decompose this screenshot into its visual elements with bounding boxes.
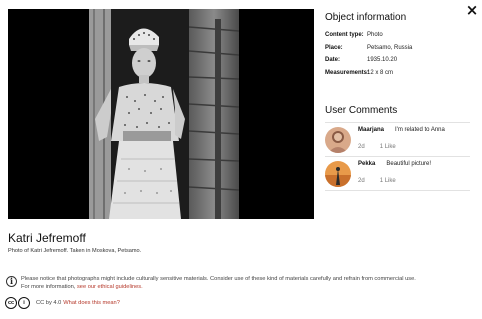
comment-meta: 2d 1 Like [358, 178, 470, 184]
comment-username[interactable]: Pekka [358, 161, 375, 167]
like-button[interactable]: 1 Like [380, 144, 396, 150]
comment-text: Beautiful picture! [386, 161, 432, 167]
info-key: Measurements: [325, 69, 370, 76]
sensitivity-notice: i Please notice that photographs might i… [6, 276, 416, 291]
license-info: cc i CC by 4.0 What does this mean? [5, 297, 120, 309]
info-key: Content type: [325, 32, 364, 38]
photo-title: Katri Jefremoff [8, 231, 86, 245]
info-value: Photo [367, 32, 383, 38]
license-text: CC by 4.0 [36, 300, 62, 306]
comment-line: Maarjana I'm related to Anna [358, 127, 470, 133]
by-icon: i [18, 297, 30, 309]
object-information-title: Object information [325, 12, 407, 23]
object-information-panel: Object information Content type: Photo P… [325, 12, 475, 79]
info-value: 1935.10.20 [367, 57, 398, 63]
info-row-place: Place: Petsamo, Russia [325, 42, 475, 55]
info-row-content-type: Content type: Photo [325, 29, 475, 42]
divider [325, 190, 470, 191]
user-comments-panel: User Comments Maarjana I'm related to An… [325, 105, 470, 191]
info-key: Date: [325, 57, 341, 63]
notice-text: Please notice that photographs might inc… [21, 276, 416, 291]
photo-caption: Katri Jefremoff Photo of Katri Jefremoff… [8, 231, 141, 254]
avatar[interactable] [325, 161, 351, 187]
info-row-measurements: Measurements: 12 x 8 cm [325, 67, 475, 80]
license-explanation-link[interactable]: What does this mean? [63, 300, 120, 306]
info-row-date: Date: 1935.10.20 [325, 54, 475, 67]
comment-time: 2d [358, 144, 365, 150]
photo-viewer[interactable] [8, 9, 314, 219]
comment-body: Pekka Beautiful picture! 2d 1 Like [358, 161, 470, 190]
comment-username[interactable]: Maarjana [358, 127, 384, 133]
comment-item: Pekka Beautiful picture! 2d 1 Like [325, 157, 470, 190]
comment-item: Maarjana I'm related to Anna 2d 1 Like [325, 123, 470, 156]
photo-description: Photo of Katri Jefremoff. Taken in Mosko… [8, 248, 142, 254]
comment-line: Pekka Beautiful picture! [358, 161, 470, 167]
notice-line-2: For more information, see our ethical gu… [21, 284, 416, 292]
info-value: 12 x 8 cm [367, 69, 394, 76]
comment-body: Maarjana I'm related to Anna 2d 1 Like [358, 127, 470, 156]
ethical-guidelines-link[interactable]: see our ethical guidelines. [77, 284, 143, 290]
cc-license-badge: cc i [5, 297, 31, 309]
info-icon: i [6, 276, 17, 287]
user-comments-title: User Comments [325, 105, 398, 116]
portrait-photo [89, 9, 239, 219]
comment-time: 2d [358, 178, 365, 184]
cc-icon: cc [5, 297, 17, 309]
like-button[interactable]: 1 Like [380, 178, 396, 184]
comment-meta: 2d 1 Like [358, 144, 470, 150]
info-key: Place: [325, 44, 343, 51]
notice-line-2-prefix: For more information, [21, 283, 77, 290]
notice-line-1: Please notice that photographs might inc… [21, 276, 416, 282]
avatar[interactable] [325, 127, 351, 153]
comment-text: I'm related to Anna [395, 127, 445, 133]
info-value: Petsamo, Russia [367, 44, 413, 51]
